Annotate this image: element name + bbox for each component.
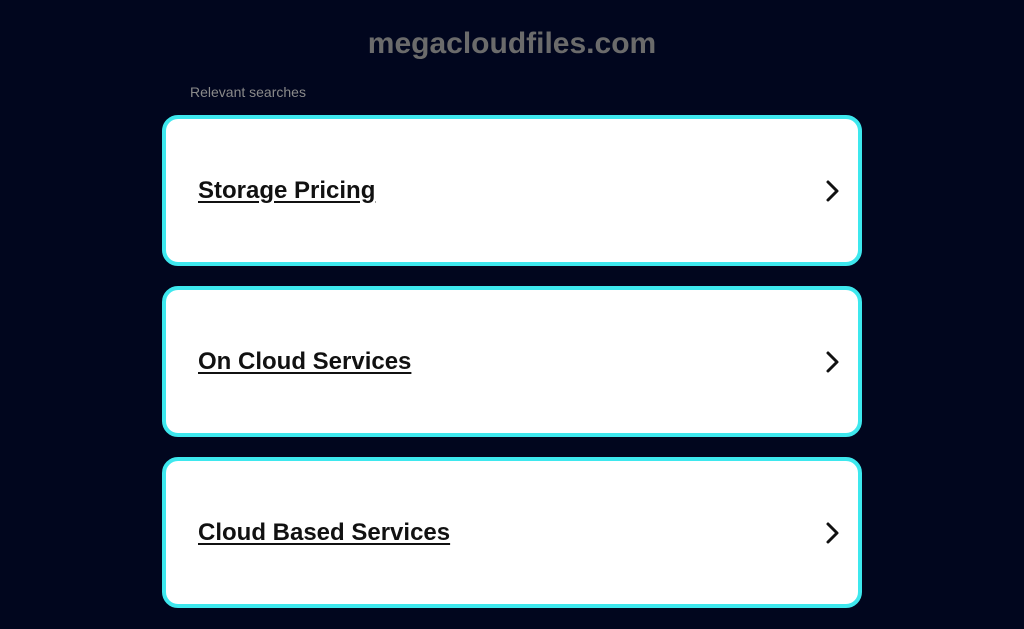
result-link[interactable]: On Cloud Services <box>198 348 411 376</box>
chevron-right-icon <box>820 350 844 374</box>
result-link[interactable]: Storage Pricing <box>198 177 375 205</box>
page: megacloudfiles.com Relevant searches Sto… <box>0 0 1024 629</box>
chevron-right-icon <box>820 521 844 545</box>
results-list: Storage Pricing On Cloud Services Cloud … <box>162 115 862 608</box>
result-cloud-based-services[interactable]: Cloud Based Services <box>162 457 862 608</box>
chevron-right-icon <box>820 179 844 203</box>
result-storage-pricing[interactable]: Storage Pricing <box>162 115 862 266</box>
relevant-searches-label: Relevant searches <box>190 84 306 100</box>
result-link[interactable]: Cloud Based Services <box>198 519 450 547</box>
result-on-cloud-services[interactable]: On Cloud Services <box>162 286 862 437</box>
site-title: megacloudfiles.com <box>367 27 657 60</box>
